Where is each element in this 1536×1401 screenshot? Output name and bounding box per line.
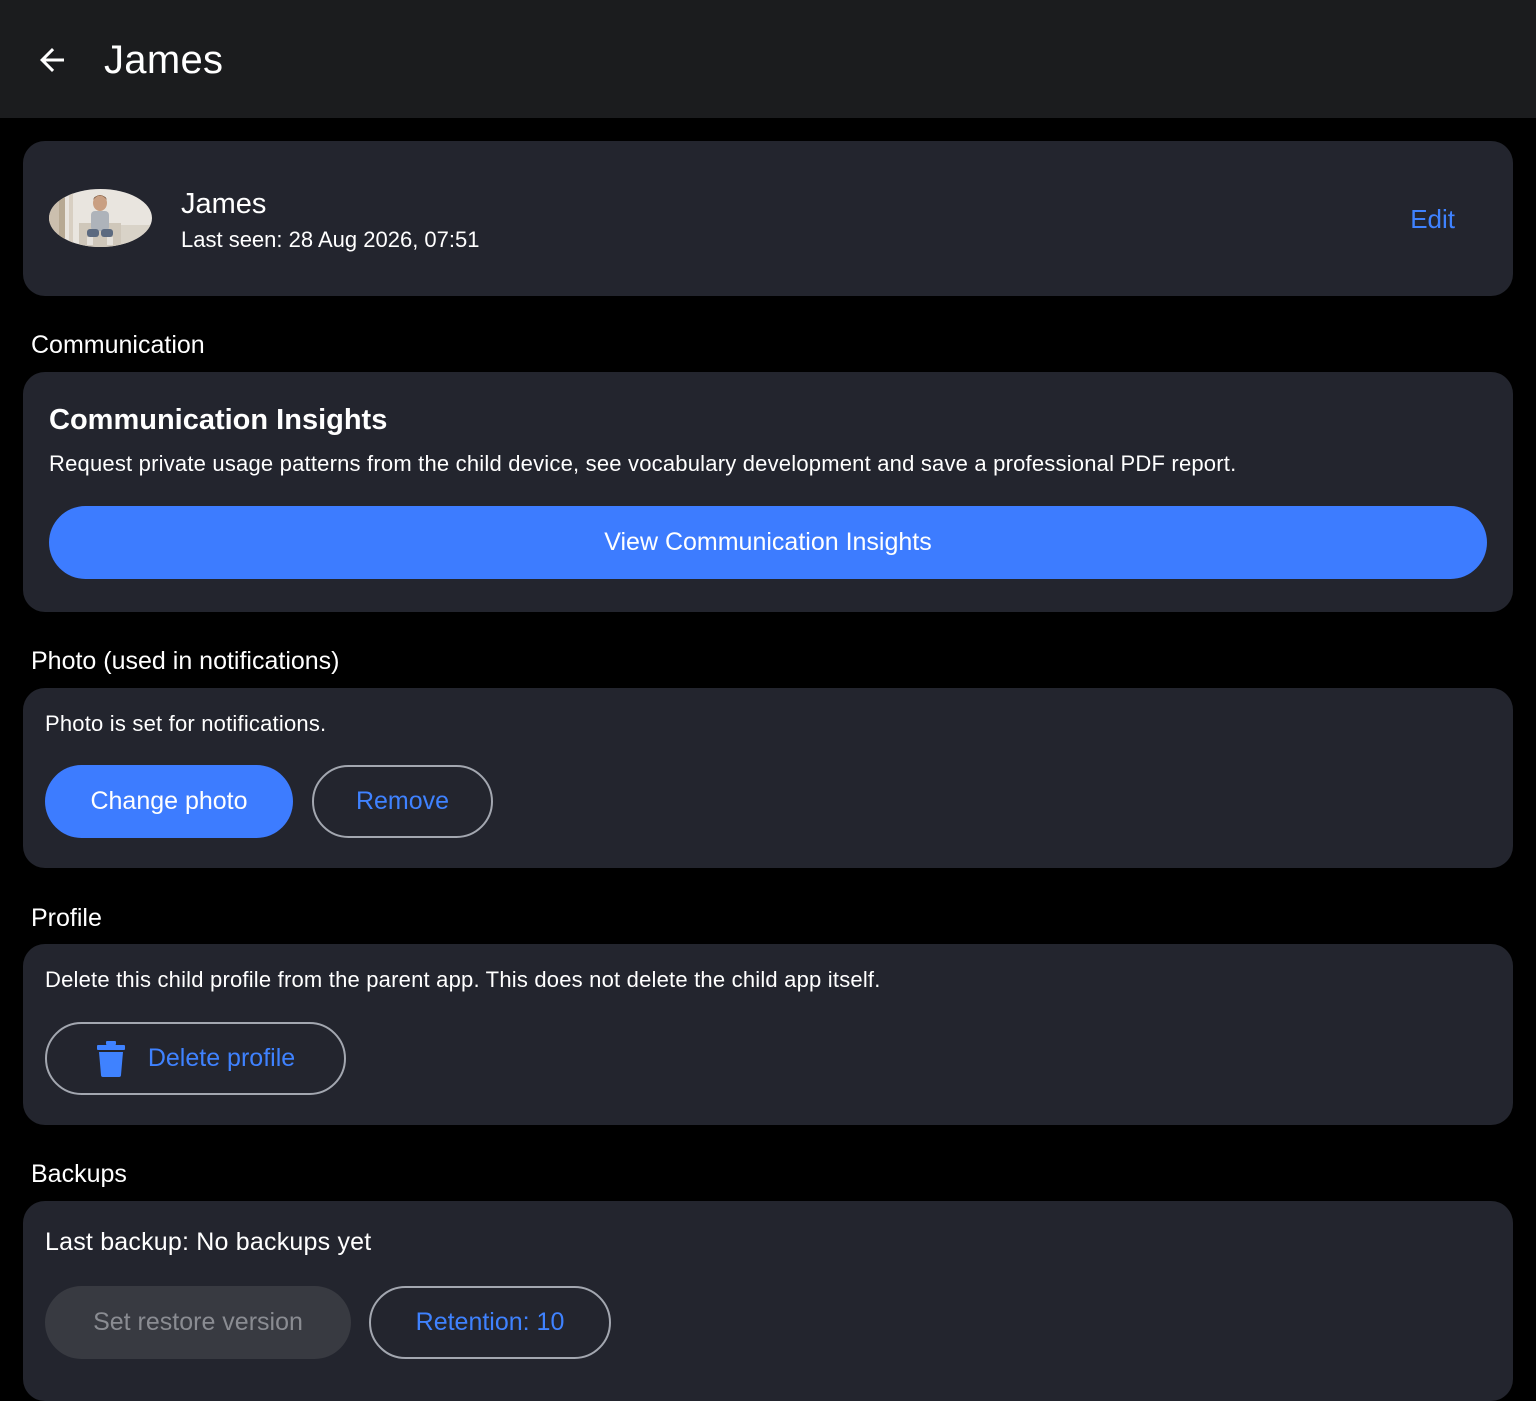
communication-insights-card: Communication Insights Request private u… <box>23 372 1513 612</box>
photo-status-text: Photo is set for notifications. <box>45 711 327 736</box>
delete-profile-button[interactable]: Delete profile <box>45 1022 346 1095</box>
backups-card: Last backup: No backups yet Set restore … <box>23 1201 1513 1401</box>
retention-button[interactable]: Retention: 10 <box>369 1286 611 1359</box>
edit-button[interactable]: Edit <box>1410 203 1455 235</box>
delete-profile-label: Delete profile <box>147 1044 296 1072</box>
change-photo-button[interactable]: Change photo <box>45 765 293 838</box>
top-app-bar: James <box>0 0 1536 118</box>
child-photo <box>49 189 152 247</box>
delete-profile-description: Delete this child profile from the paren… <box>45 967 881 992</box>
trash-icon <box>96 1040 126 1077</box>
section-label-communication: Communication <box>31 331 205 359</box>
avatar <box>49 189 152 247</box>
remove-photo-button[interactable]: Remove <box>312 765 493 838</box>
profile-summary-card: James Last seen: 28 Aug 2026, 07:51 Edit <box>23 141 1513 296</box>
communication-insights-description: Request private usage patterns from the … <box>49 451 1237 476</box>
profile-delete-card: Delete this child profile from the paren… <box>23 944 1513 1125</box>
last-backup-text: Last backup: No backups yet <box>45 1228 372 1256</box>
view-communication-insights-button[interactable]: View Communication Insights <box>49 506 1487 579</box>
communication-insights-title: Communication Insights <box>49 404 388 436</box>
arrow-left-icon <box>40 48 64 72</box>
last-seen-text: Last seen: 28 Aug 2026, 07:51 <box>181 227 480 252</box>
photo-card: Photo is set for notifications. Change p… <box>23 688 1513 868</box>
back-button[interactable] <box>28 36 76 84</box>
child-name: James <box>181 188 267 220</box>
set-restore-version-button[interactable]: Set restore version <box>45 1286 351 1359</box>
page-title: James <box>104 38 224 82</box>
section-label-profile: Profile <box>31 904 102 932</box>
section-label-photo: Photo (used in notifications) <box>31 647 340 675</box>
section-label-backups: Backups <box>31 1160 127 1188</box>
